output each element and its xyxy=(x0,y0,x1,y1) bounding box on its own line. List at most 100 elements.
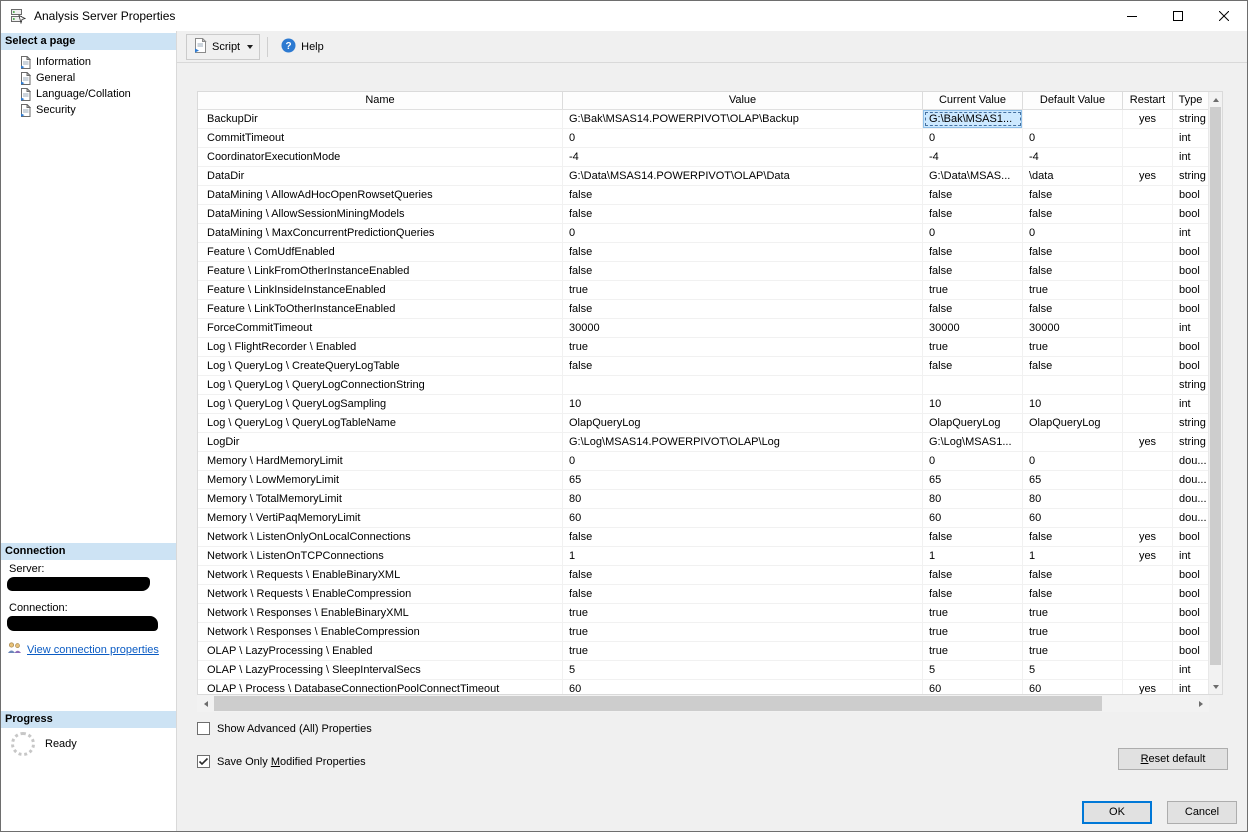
property-value-cell[interactable]: 80 xyxy=(563,490,923,508)
property-current-cell[interactable] xyxy=(923,376,1023,394)
scroll-right-button[interactable] xyxy=(1192,695,1209,712)
property-row[interactable]: Feature \ LinkFromOtherInstanceEnabled fa… xyxy=(198,262,1208,281)
property-value-cell[interactable]: 65 xyxy=(563,471,923,489)
property-value-cell[interactable]: 0 xyxy=(563,452,923,470)
property-current-cell[interactable]: false xyxy=(923,566,1023,584)
property-row[interactable]: DataMining \ MaxConcurrentPredictionQuer… xyxy=(198,224,1208,243)
property-value-cell[interactable]: 1 xyxy=(563,547,923,565)
property-current-cell[interactable]: true xyxy=(923,281,1023,299)
property-current-cell[interactable]: true xyxy=(923,338,1023,356)
property-row[interactable]: Feature \ LinkInsideInstanceEnabled true t… xyxy=(198,281,1208,300)
property-row[interactable]: CommitTimeout 0 0 0 int xyxy=(198,129,1208,148)
scroll-down-button[interactable] xyxy=(1209,679,1222,694)
ok-button[interactable]: OK xyxy=(1082,801,1152,824)
property-current-cell[interactable]: false xyxy=(923,186,1023,204)
property-row[interactable]: Feature \ ComUdfEnabled false false false bo… xyxy=(198,243,1208,262)
property-value-cell[interactable]: 0 xyxy=(563,224,923,242)
property-row[interactable]: Memory \ TotalMemoryLimit 80 80 80 dou... xyxy=(198,490,1208,509)
close-button[interactable] xyxy=(1201,1,1247,31)
property-value-cell[interactable]: false xyxy=(563,585,923,603)
property-current-cell[interactable]: 10 xyxy=(923,395,1023,413)
property-current-cell[interactable]: 1 xyxy=(923,547,1023,565)
sidebar-item-language-collation[interactable]: Language/Collation xyxy=(1,86,176,102)
help-button[interactable]: ? Help xyxy=(275,35,330,59)
property-row[interactable]: Network \ Responses \ EnableBinaryXML tru… xyxy=(198,604,1208,623)
property-row[interactable]: Log \ QueryLog \ QueryLogConnectionStrin… xyxy=(198,376,1208,395)
property-current-cell[interactable]: false xyxy=(923,528,1023,546)
horizontal-scroll-thumb[interactable] xyxy=(214,696,1102,711)
property-row[interactable]: Log \ FlightRecorder \ Enabled true true tr… xyxy=(198,338,1208,357)
property-current-cell[interactable]: false xyxy=(923,357,1023,375)
property-value-cell[interactable]: 60 xyxy=(563,680,923,694)
property-row[interactable]: Log \ QueryLog \ QueryLogSampling 10 10 10 i… xyxy=(198,395,1208,414)
property-current-cell[interactable]: 30000 xyxy=(923,319,1023,337)
property-value-cell[interactable]: G:\Data\MSAS14.POWERPIVOT\OLAP\Data xyxy=(563,167,923,185)
property-current-cell[interactable]: false xyxy=(923,205,1023,223)
property-value-cell[interactable]: G:\Log\MSAS14.POWERPIVOT\OLAP\Log xyxy=(563,433,923,451)
property-row[interactable]: Log \ QueryLog \ QueryLogTableName OlapQu… xyxy=(198,414,1208,433)
property-row[interactable]: BackupDir G:\Bak\MSAS14.POWERPIVOT\OLAP\B… xyxy=(198,110,1208,129)
property-row[interactable]: DataDir G:\Data\MSAS14.POWERPIVOT\OLAP\Da… xyxy=(198,167,1208,186)
script-button[interactable]: Script xyxy=(186,33,261,60)
property-value-cell[interactable]: 60 xyxy=(563,509,923,527)
property-row[interactable]: Network \ Requests \ EnableBinaryXML fals… xyxy=(198,566,1208,585)
property-current-cell[interactable]: false xyxy=(923,243,1023,261)
property-current-cell[interactable]: 80 xyxy=(923,490,1023,508)
property-row[interactable]: OLAP \ LazyProcessing \ Enabled true true t… xyxy=(198,642,1208,661)
view-connection-properties-link[interactable]: View connection properties xyxy=(27,644,159,656)
property-current-cell[interactable]: G:\Log\MSAS1... xyxy=(923,433,1023,451)
property-row[interactable]: Feature \ LinkToOtherInstanceEnabled fals… xyxy=(198,300,1208,319)
show-advanced-label[interactable]: Show Advanced (All) Properties xyxy=(217,723,372,735)
property-row[interactable]: CoordinatorExecutionMode -4 -4 -4 int xyxy=(198,148,1208,167)
property-value-cell[interactable]: false xyxy=(563,300,923,318)
sidebar-item-general[interactable]: General xyxy=(1,70,176,86)
property-value-cell[interactable]: 0 xyxy=(563,129,923,147)
sidebar-item-security[interactable]: Security xyxy=(1,102,176,118)
save-modified-checkbox[interactable] xyxy=(197,755,210,768)
property-value-cell[interactable]: -4 xyxy=(563,148,923,166)
property-current-cell[interactable]: true xyxy=(923,642,1023,660)
property-row[interactable]: LogDir G:\Log\MSAS14.POWERPIVOT\OLAP\Log G… xyxy=(198,433,1208,452)
vertical-scroll-thumb[interactable] xyxy=(1210,107,1221,665)
property-row[interactable]: OLAP \ Process \ DatabaseConnectionPoolC… xyxy=(198,680,1208,694)
property-current-cell[interactable]: false xyxy=(923,585,1023,603)
property-value-cell[interactable]: false xyxy=(563,243,923,261)
property-current-cell[interactable]: OlapQueryLog xyxy=(923,414,1023,432)
property-value-cell[interactable]: true xyxy=(563,604,923,622)
property-row[interactable]: Network \ Requests \ EnableCompression fa… xyxy=(198,585,1208,604)
property-current-cell[interactable]: false xyxy=(923,300,1023,318)
property-value-cell[interactable]: G:\Bak\MSAS14.POWERPIVOT\OLAP\Backup xyxy=(563,110,923,128)
property-current-cell[interactable]: 0 xyxy=(923,452,1023,470)
property-current-cell[interactable]: 60 xyxy=(923,509,1023,527)
property-current-cell[interactable]: G:\Data\MSAS... xyxy=(923,167,1023,185)
property-current-cell[interactable]: 60 xyxy=(923,680,1023,694)
property-current-cell[interactable]: -4 xyxy=(923,148,1023,166)
scroll-up-button[interactable] xyxy=(1209,92,1222,107)
property-value-cell[interactable]: false xyxy=(563,262,923,280)
property-value-cell[interactable]: false xyxy=(563,205,923,223)
property-value-cell[interactable]: false xyxy=(563,528,923,546)
property-value-cell[interactable]: false xyxy=(563,186,923,204)
property-value-cell[interactable]: 30000 xyxy=(563,319,923,337)
property-row[interactable]: Log \ QueryLog \ CreateQueryLogTable fals… xyxy=(198,357,1208,376)
cancel-button[interactable]: Cancel xyxy=(1167,801,1237,824)
reset-default-button[interactable]: Reset default xyxy=(1118,748,1228,770)
property-value-cell[interactable] xyxy=(563,376,923,394)
property-row[interactable]: Network \ Responses \ EnableCompression t… xyxy=(198,623,1208,642)
property-value-cell[interactable]: true xyxy=(563,623,923,641)
sidebar-item-information[interactable]: Information xyxy=(1,54,176,70)
property-row[interactable]: OLAP \ LazyProcessing \ SleepIntervalSec… xyxy=(198,661,1208,680)
property-row[interactable]: ForceCommitTimeout 30000 30000 30000 int xyxy=(198,319,1208,338)
property-row[interactable]: Network \ ListenOnTCPConnections 1 1 1 yes in… xyxy=(198,547,1208,566)
property-value-cell[interactable]: false xyxy=(563,357,923,375)
property-value-cell[interactable]: 10 xyxy=(563,395,923,413)
property-value-cell[interactable]: true xyxy=(563,642,923,660)
property-row[interactable]: DataMining \ AllowSessionMiningModels fal… xyxy=(198,205,1208,224)
property-row[interactable]: Memory \ LowMemoryLimit 65 65 65 dou... xyxy=(198,471,1208,490)
property-row[interactable]: Memory \ HardMemoryLimit 0 0 0 dou... xyxy=(198,452,1208,471)
property-row[interactable]: DataMining \ AllowAdHocOpenRowsetQueries… xyxy=(198,186,1208,205)
property-current-cell[interactable]: true xyxy=(923,623,1023,641)
vertical-scrollbar[interactable] xyxy=(1208,92,1222,694)
property-value-cell[interactable]: 5 xyxy=(563,661,923,679)
property-value-cell[interactable]: OlapQueryLog xyxy=(563,414,923,432)
